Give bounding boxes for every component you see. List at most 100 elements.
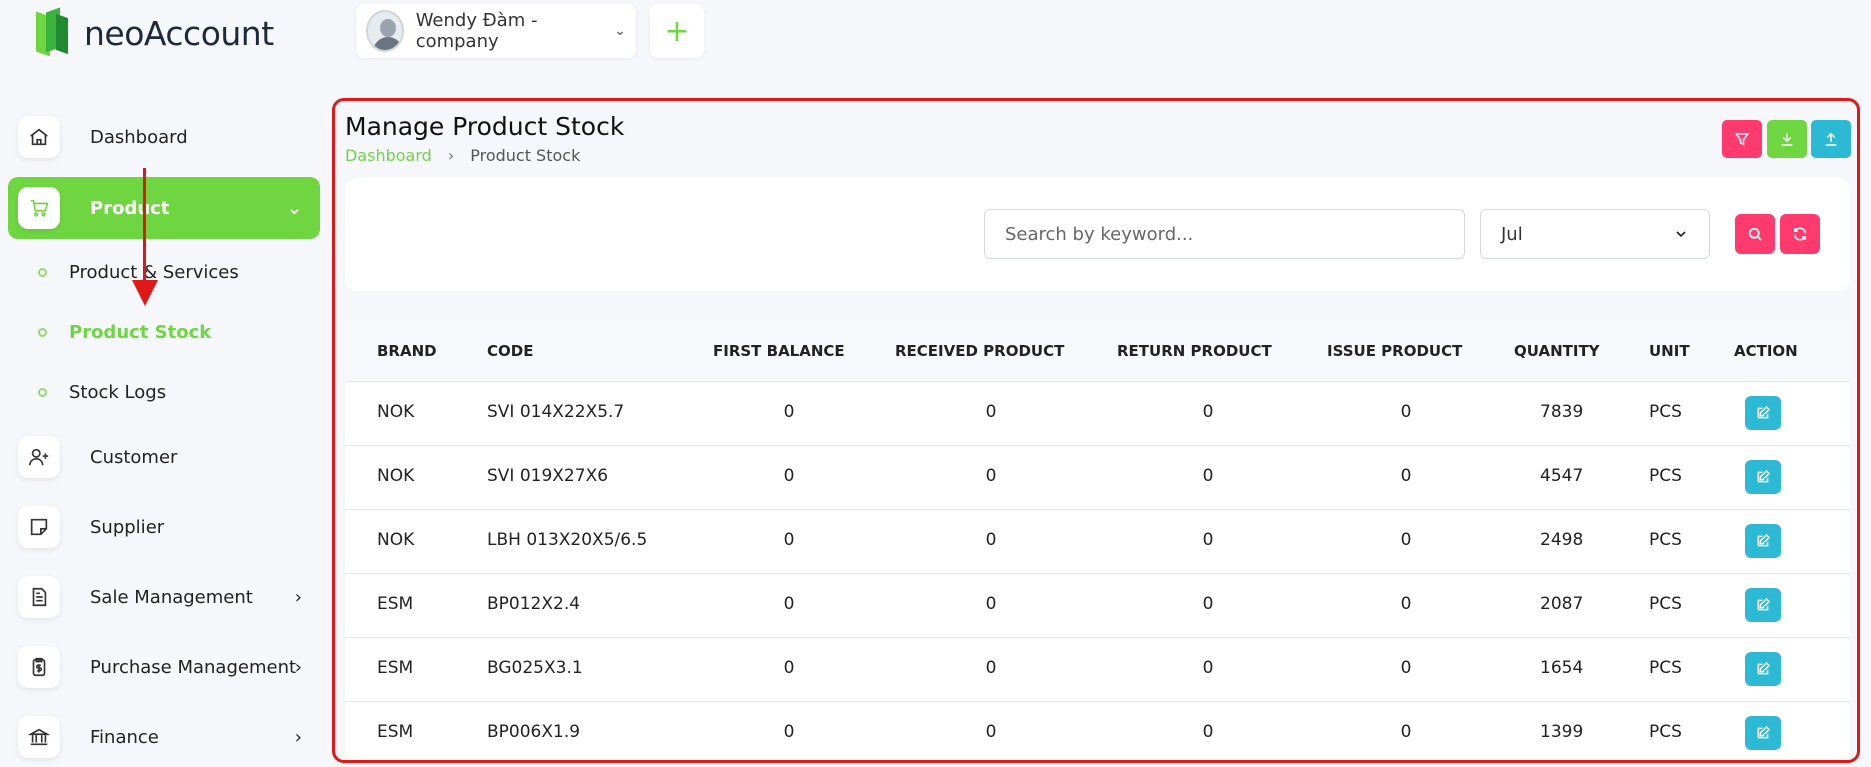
page-title: Manage Product Stock — [345, 112, 625, 141]
cell-received-product: 0 — [985, 658, 997, 678]
column-header-return-product[interactable]: RETURN PRODUCT — [1117, 342, 1272, 360]
bullet-icon — [38, 328, 47, 337]
breadcrumb-current: Product Stock — [470, 146, 581, 165]
sidebar-item-dashboard[interactable]: Dashboard — [8, 106, 320, 168]
edit-button[interactable] — [1745, 460, 1781, 494]
cell-issue-product: 0 — [1400, 722, 1412, 742]
cell-return-product: 0 — [1202, 722, 1214, 742]
sidebar-subitem-stock-logs[interactable]: Stock Logs — [38, 382, 166, 403]
search-button[interactable] — [1735, 214, 1775, 254]
table-row: ESM BG025X3.1 0 0 0 0 1654 PCS — [345, 638, 1850, 702]
sidebar-item-label: Product — [90, 197, 170, 219]
avatar — [366, 10, 404, 52]
edit-icon — [1757, 405, 1771, 419]
edit-button[interactable] — [1745, 588, 1781, 622]
table-header: BRAND CODE FIRST BALANCE RECEIVED PRODUC… — [345, 320, 1850, 382]
sidebar-item-label: Sale Management — [90, 586, 253, 608]
cell-return-product: 0 — [1202, 658, 1214, 678]
chevron-right-icon: › — [294, 656, 302, 678]
table-row: ESM BP012X2.4 0 0 0 0 2087 PCS — [345, 574, 1850, 638]
cell-quantity: 1654 — [1540, 658, 1584, 678]
chevron-right-icon: › — [294, 726, 302, 748]
column-header-code[interactable]: CODE — [487, 342, 533, 360]
edit-button[interactable] — [1745, 716, 1781, 750]
invoice-icon — [18, 576, 60, 618]
sidebar-item-supplier[interactable]: Supplier — [8, 496, 320, 558]
cart-icon — [18, 187, 60, 229]
app-logo[interactable]: neoAccount — [36, 7, 274, 57]
chevron-down-icon — [1676, 231, 1686, 238]
upload-button[interactable] — [1811, 120, 1851, 158]
sidebar-item-customer[interactable]: Customer — [8, 426, 320, 488]
column-header-received-product[interactable]: RECEIVED PRODUCT — [895, 342, 1064, 360]
cell-code: BP006X1.9 — [487, 722, 581, 742]
cell-first-balance: 0 — [783, 658, 795, 678]
cell-quantity: 4547 — [1540, 466, 1584, 486]
cell-quantity: 2498 — [1540, 530, 1584, 550]
column-header-issue-product[interactable]: ISSUE PRODUCT — [1327, 342, 1462, 360]
cell-return-product: 0 — [1202, 530, 1214, 550]
upload-icon — [1825, 132, 1837, 146]
app-name: neoAccount — [84, 13, 274, 53]
cell-return-product: 0 — [1202, 402, 1214, 422]
edit-button[interactable] — [1745, 396, 1781, 430]
edit-icon — [1757, 725, 1771, 739]
cell-quantity: 2087 — [1540, 594, 1584, 614]
edit-button[interactable] — [1745, 524, 1781, 558]
cell-issue-product: 0 — [1400, 530, 1412, 550]
cell-unit: PCS — [1649, 658, 1682, 678]
breadcrumb-home-link[interactable]: Dashboard — [345, 146, 432, 165]
cell-unit: PCS — [1649, 594, 1682, 614]
chevron-down-icon: ⌄ — [286, 197, 302, 219]
bank-icon — [18, 716, 60, 758]
filter-button[interactable] — [1722, 120, 1762, 158]
add-button[interactable]: + — [650, 4, 704, 58]
table-row: NOK LBH 013X20X5/6.5 0 0 0 0 2498 PCS — [345, 510, 1850, 574]
cell-code: SVI 014X22X5.7 — [487, 402, 625, 422]
table-row: NOK SVI 014X22X5.7 0 0 0 0 7839 PCS — [345, 382, 1850, 446]
sidebar-item-product[interactable]: Product ⌄ — [8, 177, 320, 239]
column-header-quantity[interactable]: QUANTITY — [1514, 342, 1600, 360]
sidebar-item-label: Finance — [90, 726, 159, 748]
sidebar-item-sale-management[interactable]: Sale Management › — [8, 566, 320, 628]
edit-icon — [1757, 597, 1771, 611]
cell-code: LBH 013X20X5/6.5 — [487, 530, 648, 550]
sticky-note-icon — [18, 506, 60, 548]
cell-issue-product: 0 — [1400, 402, 1412, 422]
sidebar-item-finance[interactable]: Finance › — [8, 706, 320, 767]
cell-brand: ESM — [377, 594, 414, 614]
cell-brand: NOK — [377, 530, 415, 550]
refresh-icon — [1793, 227, 1807, 241]
company-name: Wendy Đàm - company — [415, 10, 538, 52]
search-input[interactable] — [984, 209, 1465, 259]
cell-unit: PCS — [1649, 402, 1682, 422]
cell-return-product: 0 — [1202, 594, 1214, 614]
cell-brand: ESM — [377, 658, 414, 678]
cell-received-product: 0 — [985, 594, 997, 614]
reset-button[interactable] — [1780, 214, 1820, 254]
cell-quantity: 1399 — [1540, 722, 1584, 742]
sidebar-item-label: Purchase Management — [90, 656, 297, 678]
search-icon — [1748, 227, 1762, 241]
receipt-dollar-icon — [18, 646, 60, 688]
cell-first-balance: 0 — [783, 402, 795, 422]
column-header-unit[interactable]: UNIT — [1649, 342, 1690, 360]
sidebar-subitem-product-stock[interactable]: Product Stock — [38, 322, 211, 343]
cell-quantity: 7839 — [1540, 402, 1584, 422]
company-switcher[interactable]: Wendy Đàm - company ⌄ — [356, 4, 636, 58]
table-row: ESM BP006X1.9 0 0 0 0 1399 PCS — [345, 702, 1850, 760]
sidebar-item-label: Supplier — [90, 516, 165, 538]
cell-brand: NOK — [377, 466, 415, 486]
cell-brand: ESM — [377, 722, 414, 742]
sidebar-subitem-label: Product Stock — [69, 322, 212, 343]
sidebar-item-purchase-management[interactable]: Purchase Management › — [8, 636, 320, 698]
cell-code: BP012X2.4 — [487, 594, 581, 614]
edit-button[interactable] — [1745, 652, 1781, 686]
cell-first-balance: 0 — [783, 466, 795, 486]
cell-brand: NOK — [377, 402, 415, 422]
month-select[interactable]: Jul — [1480, 209, 1710, 259]
column-header-brand[interactable]: BRAND — [377, 342, 437, 360]
cell-unit: PCS — [1649, 530, 1682, 550]
download-button[interactable] — [1767, 120, 1807, 158]
column-header-first-balance[interactable]: FIRST BALANCE — [713, 342, 845, 360]
